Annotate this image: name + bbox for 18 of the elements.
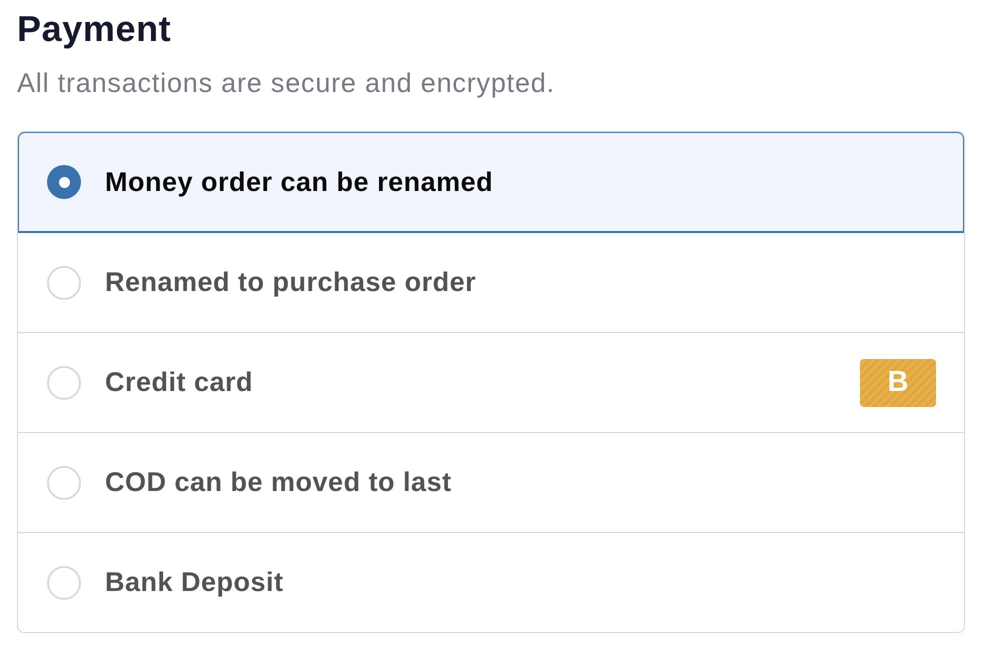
radio-button[interactable] — [47, 566, 81, 600]
option-label: Credit card — [105, 367, 254, 398]
option-label: Money order can be renamed — [105, 166, 494, 198]
payment-option[interactable]: COD can be moved to last — [18, 432, 964, 532]
payment-option[interactable]: Renamed to purchase order — [18, 232, 964, 332]
option-label: Bank Deposit — [105, 567, 284, 598]
radio-button[interactable] — [47, 266, 81, 300]
payment-badge: B — [860, 358, 936, 406]
payment-option[interactable]: Bank Deposit — [18, 532, 964, 632]
radio-button[interactable] — [47, 466, 81, 500]
radio-button[interactable] — [47, 165, 81, 199]
section-subtitle: All transactions are secure and encrypted. — [17, 67, 556, 100]
radio-button[interactable] — [47, 366, 81, 400]
payment-option[interactable]: Money order can be renamed — [18, 132, 964, 232]
option-label: Renamed to purchase order — [105, 267, 476, 298]
payment-option[interactable]: Credit card B — [18, 332, 964, 432]
section-title: Payment — [17, 7, 172, 51]
option-label: COD can be moved to last — [105, 467, 452, 498]
